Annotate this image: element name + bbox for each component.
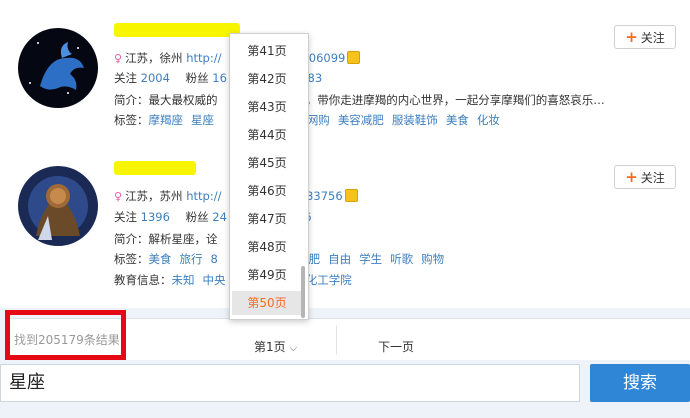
tag-link[interactable]: 星座 xyxy=(191,113,214,127)
tag-link[interactable]: 旅行 xyxy=(180,252,203,266)
tag-link[interactable]: 服装鞋饰 xyxy=(392,113,438,127)
female-icon: ♀ xyxy=(114,52,123,65)
intro-row: 简介：解析星座，诠 xyxy=(114,232,218,246)
page-option[interactable]: 第44页 xyxy=(232,123,302,147)
page-option[interactable]: 第43页 xyxy=(232,95,302,119)
fans-count[interactable]: 16 xyxy=(212,71,227,85)
vip-badge-icon xyxy=(344,189,358,202)
female-icon: ♀ xyxy=(114,190,123,203)
search-bar: 星座 搜索 xyxy=(0,363,690,418)
chevron-down-icon: ⌵ xyxy=(289,343,298,354)
page-option[interactable]: 第42页 xyxy=(232,67,302,91)
page-option[interactable]: 第47页 xyxy=(232,207,302,231)
page-option[interactable]: 第45页 xyxy=(232,151,302,175)
edu-link[interactable]: 中央 xyxy=(203,273,226,287)
follow-count[interactable]: 1396 xyxy=(141,210,170,224)
page-dropdown[interactable]: 第41页 第42页 第43页 第44页 第45页 第46页 第47页 第48页 … xyxy=(229,33,309,320)
results-list: ♀ 江苏，徐州 http:// 06099 关注 2004 粉丝 16 583 简… xyxy=(0,0,690,308)
location-text: 江苏，苏州 xyxy=(125,189,183,203)
tag-link[interactable]: 网购 xyxy=(307,113,330,127)
page-option[interactable]: 第48页 xyxy=(232,235,302,259)
page-option[interactable]: 第41页 xyxy=(232,39,302,63)
result-name-highlight[interactable] xyxy=(114,22,240,40)
vip-badge-icon xyxy=(347,51,361,64)
tag-link[interactable]: 自由 xyxy=(328,252,351,266)
plus-icon: + xyxy=(625,27,638,46)
edu-link[interactable]: 未知 xyxy=(172,273,195,287)
fans-count[interactable]: 24 xyxy=(212,210,227,224)
tag-link[interactable]: 听歌 xyxy=(390,252,413,266)
plus-icon: + xyxy=(625,167,638,186)
tag-link[interactable]: 购物 xyxy=(421,252,444,266)
tag-link[interactable]: 化妆 xyxy=(477,113,500,127)
divider xyxy=(336,325,337,355)
tag-link[interactable]: 学生 xyxy=(359,252,382,266)
profile-link-tail[interactable]: 06099 xyxy=(309,51,346,65)
tag-link[interactable]: 8 xyxy=(211,252,218,266)
profile-link[interactable]: http:// xyxy=(186,189,221,203)
intro-row: 简介：最大最权威的 微博，带你走进摩羯的内心世界，一起分享摩羯们的喜怒哀乐… xyxy=(114,93,605,107)
result-name-highlight[interactable] xyxy=(114,160,196,178)
avatar[interactable] xyxy=(18,28,98,108)
page-option-selected[interactable]: 第50页 xyxy=(232,291,302,315)
follow-button[interactable]: + 关注 xyxy=(614,165,676,189)
search-button[interactable]: 搜索 xyxy=(590,364,690,402)
tag-link[interactable]: 美容减肥 xyxy=(338,113,384,127)
highlight-annotation-box xyxy=(5,310,126,360)
follow-count[interactable]: 2004 xyxy=(141,71,170,85)
tag-link[interactable]: 美食 xyxy=(149,252,172,266)
next-page-button[interactable]: 下一页 xyxy=(378,338,414,355)
dropdown-scrollbar[interactable] xyxy=(301,266,305,318)
avatar[interactable] xyxy=(18,166,98,246)
search-input[interactable]: 星座 xyxy=(0,364,580,402)
location-text: 江苏，徐州 xyxy=(125,51,183,65)
tag-link[interactable]: 美食 xyxy=(446,113,469,127)
page-select[interactable]: 第1页 ⌵ xyxy=(254,338,297,355)
profile-link[interactable]: http:// xyxy=(186,51,221,65)
page-option[interactable]: 第46页 xyxy=(232,179,302,203)
follow-button[interactable]: + 关注 xyxy=(614,25,676,49)
tag-link[interactable]: 摩羯座 xyxy=(149,113,184,127)
page-option[interactable]: 第49页 xyxy=(232,263,302,287)
